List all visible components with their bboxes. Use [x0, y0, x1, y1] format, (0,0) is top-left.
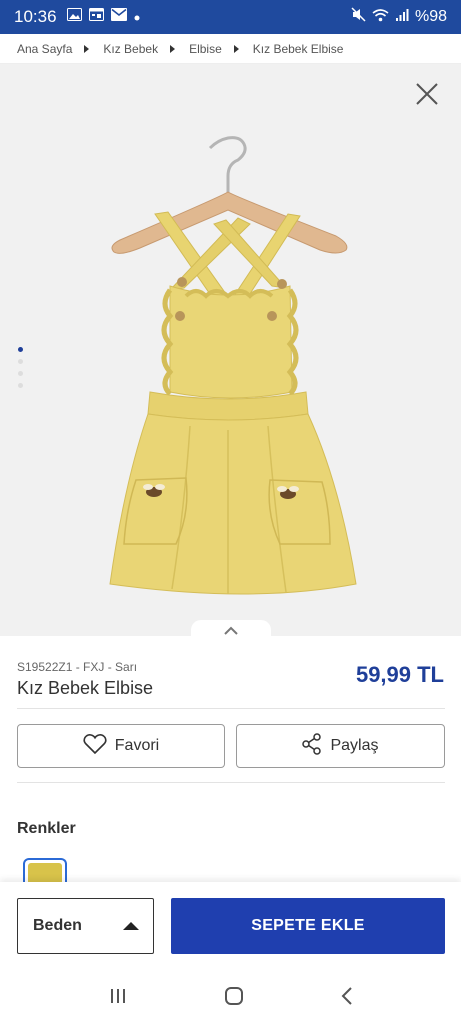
wifi-icon	[372, 8, 389, 27]
divider	[17, 782, 445, 783]
dress-button	[177, 277, 187, 287]
breadcrumb-separator-icon	[233, 44, 239, 53]
calendar-icon	[88, 8, 104, 26]
collapse-tab[interactable]	[191, 620, 271, 636]
favorite-label: Favori	[114, 737, 160, 754]
colors-title: Renkler	[17, 820, 76, 837]
product-info: S19522Z1 - FXJ - Sarı Kız Bebek Elbise 5…	[0, 636, 461, 699]
dress-button	[175, 311, 185, 321]
breadcrumb-current: Kız Bebek Elbise	[252, 41, 344, 56]
caret-up-icon	[123, 922, 139, 930]
breadcrumb-kiz-bebek[interactable]: Kız Bebek	[103, 42, 158, 56]
bottom-action-bar: Beden SEPETE EKLE	[0, 882, 461, 972]
mail-icon	[110, 8, 127, 26]
chevron-up-icon	[223, 623, 239, 636]
status-bar: 10:36 %98	[0, 0, 461, 34]
breadcrumb-home[interactable]: Ana Sayfa	[17, 42, 72, 56]
share-label: Paylaş	[330, 737, 379, 754]
share-icon	[302, 732, 322, 760]
dress-skirt	[109, 413, 357, 595]
dress-button	[277, 279, 287, 289]
dot-icon	[134, 8, 140, 26]
status-time: 10:36	[14, 7, 57, 26]
gallery-dot[interactable]	[18, 371, 23, 376]
favorite-button[interactable]: Favori	[17, 724, 225, 768]
product-image	[109, 136, 357, 595]
image-icon	[66, 8, 82, 26]
add-to-cart-button[interactable]: SEPETE EKLE	[171, 898, 445, 954]
product-image-gallery[interactable]	[0, 64, 461, 636]
signal-icon	[395, 8, 409, 27]
gallery-pagination	[18, 347, 23, 388]
share-button[interactable]: Paylaş	[236, 724, 445, 768]
dress-button	[267, 311, 277, 321]
breadcrumb-separator-icon	[84, 44, 90, 53]
dress-bib	[169, 285, 293, 399]
back-icon[interactable]	[341, 986, 353, 1010]
system-nav-bar	[0, 972, 461, 1024]
close-icon[interactable]	[415, 82, 439, 106]
breadcrumb: Ana Sayfa Kız Bebek Elbise Kız Bebek Elb…	[0, 34, 461, 64]
divider	[17, 708, 445, 709]
gallery-dot-active[interactable]	[18, 347, 23, 352]
battery-text: %98	[414, 8, 447, 25]
product-price: 59,99 TL	[355, 662, 444, 687]
breadcrumb-elbise[interactable]: Elbise	[189, 42, 222, 56]
heart-icon	[83, 733, 107, 760]
size-select[interactable]: Beden	[17, 898, 154, 954]
home-icon[interactable]	[224, 986, 244, 1011]
gallery-dot[interactable]	[18, 359, 23, 364]
hanger-hook	[208, 136, 247, 194]
gallery-dot[interactable]	[18, 383, 23, 388]
dress-ruffle-left	[161, 288, 174, 396]
recent-apps-icon[interactable]	[109, 988, 127, 1009]
breadcrumb-separator-icon	[170, 44, 176, 53]
size-select-label: Beden	[33, 917, 82, 934]
mute-icon	[351, 7, 366, 27]
